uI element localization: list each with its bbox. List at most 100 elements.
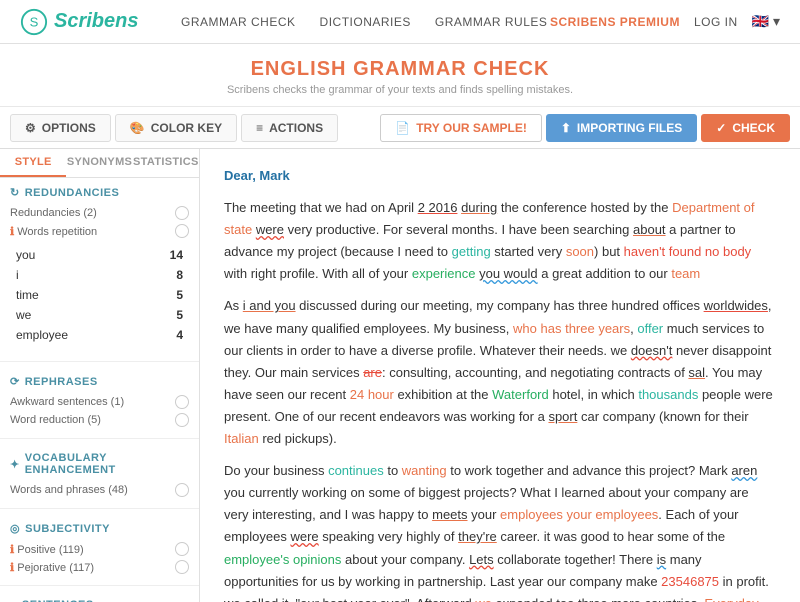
actions-icon: ≡ bbox=[256, 121, 263, 135]
import-files-button[interactable]: ⬆ IMPORTING FILES bbox=[546, 114, 697, 142]
error-are: are bbox=[363, 365, 382, 380]
tab-statistics[interactable]: STATISTICS bbox=[133, 149, 199, 177]
palette-icon: 🎨 bbox=[130, 121, 145, 135]
language-flag[interactable]: 🇬🇧 ▾ bbox=[752, 13, 780, 30]
svg-text:S: S bbox=[30, 14, 39, 29]
radio-words-phrases[interactable] bbox=[175, 483, 189, 497]
vocab-we: we bbox=[475, 596, 492, 602]
error-date[interactable]: 2 2016 bbox=[418, 200, 458, 215]
logo-text: Scribens bbox=[54, 10, 138, 33]
vocab-experience: experience bbox=[412, 266, 476, 281]
error-theyre[interactable]: they're bbox=[458, 529, 497, 544]
options-button[interactable]: ⚙ OPTIONS bbox=[10, 114, 111, 142]
logo[interactable]: S Scribens bbox=[20, 8, 138, 36]
nav-grammar-rules[interactable]: GRAMMAR RULES bbox=[435, 15, 548, 29]
words-repetition-item[interactable]: ℹ Words repetition bbox=[10, 222, 189, 240]
error-too[interactable]: too bbox=[556, 596, 574, 602]
radio-pejorative[interactable] bbox=[175, 560, 189, 574]
positive-item[interactable]: ℹ Positive (119) bbox=[10, 540, 189, 558]
gear-icon: ⚙ bbox=[25, 121, 36, 135]
subjectivity-section: ◎ SUBJECTIVITY ℹ Positive (119) ℹ Pejora… bbox=[0, 514, 199, 580]
salutation: Dear, Mark bbox=[224, 165, 776, 187]
vocab-wanting: wanting bbox=[402, 463, 447, 478]
import-icon: ⬆ bbox=[561, 121, 571, 135]
error-lets[interactable]: Lets bbox=[469, 552, 494, 567]
vocab-employee-opinions: employee's opinions bbox=[224, 552, 341, 567]
page-title: ENGLISH GRAMMAR CHECK bbox=[0, 58, 800, 81]
error-during[interactable]: during bbox=[461, 200, 497, 215]
pejorative-item[interactable]: ℹ Pejorative (117) bbox=[10, 558, 189, 576]
check-icon: ✓ bbox=[716, 121, 726, 135]
nav-grammar-check[interactable]: GRAMMAR CHECK bbox=[181, 15, 296, 29]
nav-dictionaries[interactable]: DICTIONARIES bbox=[320, 15, 411, 29]
error-were2[interactable]: were bbox=[290, 529, 318, 544]
tab-synonyms[interactable]: SYNONYMS bbox=[66, 149, 132, 177]
vocab-waterford: Waterford bbox=[492, 387, 549, 402]
redundancies-title: ↻ REDUNDANCIES bbox=[10, 186, 189, 199]
sentences-section: ≡ SENTENCES ℹ Run-on sentences (1) ℹ Com… bbox=[0, 591, 199, 602]
nav-premium[interactable]: SCRIBENS PREMIUM bbox=[550, 15, 680, 29]
error-our-best[interactable]: our best year ever bbox=[300, 596, 405, 602]
vocab-soon: soon bbox=[566, 244, 594, 259]
radio-words-repetition[interactable] bbox=[175, 224, 189, 238]
error-worldwides[interactable]: worldwides bbox=[704, 298, 768, 313]
vocab-italian: Italian bbox=[224, 431, 259, 446]
toolbar: ⚙ OPTIONS 🎨 COLOR KEY ≡ ACTIONS 📄 TRY OU… bbox=[0, 107, 800, 149]
actions-button[interactable]: ≡ ACTIONS bbox=[241, 114, 338, 142]
vocab-icon: ✦ bbox=[10, 458, 20, 471]
page-subtitle: Scribens checks the grammar of your text… bbox=[0, 84, 800, 96]
paragraph-1: The meeting that we had on April 2 2016 … bbox=[224, 197, 776, 285]
radio-awkward[interactable] bbox=[175, 395, 189, 409]
color-key-button[interactable]: 🎨 COLOR KEY bbox=[115, 114, 237, 142]
sidebar-tabs: STYLE SYNONYMS STATISTICS bbox=[0, 149, 199, 178]
check-button[interactable]: ✓ CHECK bbox=[701, 114, 790, 142]
try-sample-button[interactable]: 📄 TRY OUR SAMPLE! bbox=[380, 114, 542, 142]
error-i-and[interactable]: i and you bbox=[243, 298, 296, 313]
error-you-would[interactable]: you would bbox=[479, 266, 538, 281]
error-no-body: haven't found no body bbox=[624, 244, 752, 259]
top-navigation: S Scribens GRAMMAR CHECK DICTIONARIES GR… bbox=[0, 0, 800, 44]
awkward-sentences-item[interactable]: Awkward sentences (1) bbox=[10, 393, 189, 411]
nav-login[interactable]: LOG IN bbox=[694, 15, 738, 29]
vocab-continues: continues bbox=[328, 463, 384, 478]
table-row: we5 bbox=[12, 306, 187, 324]
info-icon: ℹ bbox=[10, 226, 14, 238]
info-icon-2: ℹ bbox=[10, 544, 14, 556]
vocabulary-section: ✦ VOCABULARY ENHANCEMENT Words and phras… bbox=[0, 444, 199, 503]
vocab-getting: getting bbox=[452, 244, 491, 259]
radio-redundancies[interactable] bbox=[175, 206, 189, 220]
radio-positive[interactable] bbox=[175, 542, 189, 556]
error-sal[interactable]: sal bbox=[688, 365, 705, 380]
paragraph-2: As i and you discussed during our meetin… bbox=[224, 295, 776, 450]
table-row: i8 bbox=[12, 266, 187, 284]
table-row: employee4 bbox=[12, 326, 187, 344]
error-were[interactable]: were bbox=[256, 222, 284, 237]
paragraph-3: Do your business continues to wanting to… bbox=[224, 460, 776, 602]
error-aren[interactable]: aren bbox=[731, 463, 757, 478]
words-repetition-table: you14 i8 time5 we5 employee4 bbox=[10, 244, 189, 346]
vocab-offer: offer bbox=[637, 321, 663, 336]
sidebar: STYLE SYNONYMS STATISTICS ↻ REDUNDANCIES… bbox=[0, 149, 200, 602]
error-meets[interactable]: meets bbox=[432, 507, 467, 522]
content-area[interactable]: Dear, Mark The meeting that we had on Ap… bbox=[200, 149, 800, 602]
error-about[interactable]: about bbox=[633, 222, 666, 237]
error-doesnt[interactable]: doesn't bbox=[631, 343, 673, 358]
word-reduction-item[interactable]: Word reduction (5) bbox=[10, 411, 189, 429]
error-is[interactable]: is bbox=[657, 552, 666, 567]
vocab-24hour: 24 hour bbox=[350, 387, 394, 402]
main-layout: STYLE SYNONYMS STATISTICS ↻ REDUNDANCIES… bbox=[0, 149, 800, 602]
vocab-thousands: thousands bbox=[638, 387, 698, 402]
nav-links: GRAMMAR CHECK DICTIONARIES GRAMMAR RULES bbox=[178, 15, 549, 29]
redundancies-item[interactable]: Redundancies (2) bbox=[10, 204, 189, 222]
table-row: time5 bbox=[12, 286, 187, 304]
info-icon-3: ℹ bbox=[10, 562, 14, 574]
highlight-three-years: who has three years bbox=[513, 321, 630, 336]
page-header: ENGLISH GRAMMAR CHECK Scribens checks th… bbox=[0, 44, 800, 107]
error-sport[interactable]: sport bbox=[548, 409, 577, 424]
radio-word-reduction[interactable] bbox=[175, 413, 189, 427]
words-phrases-item[interactable]: Words and phrases (48) bbox=[10, 481, 189, 499]
nav-right: SCRIBENS PREMIUM LOG IN 🇬🇧 ▾ bbox=[550, 13, 780, 30]
tab-style[interactable]: STYLE bbox=[0, 149, 66, 177]
error-number: 23546875 bbox=[661, 574, 719, 589]
rephrase-icon: ⟳ bbox=[10, 375, 20, 388]
